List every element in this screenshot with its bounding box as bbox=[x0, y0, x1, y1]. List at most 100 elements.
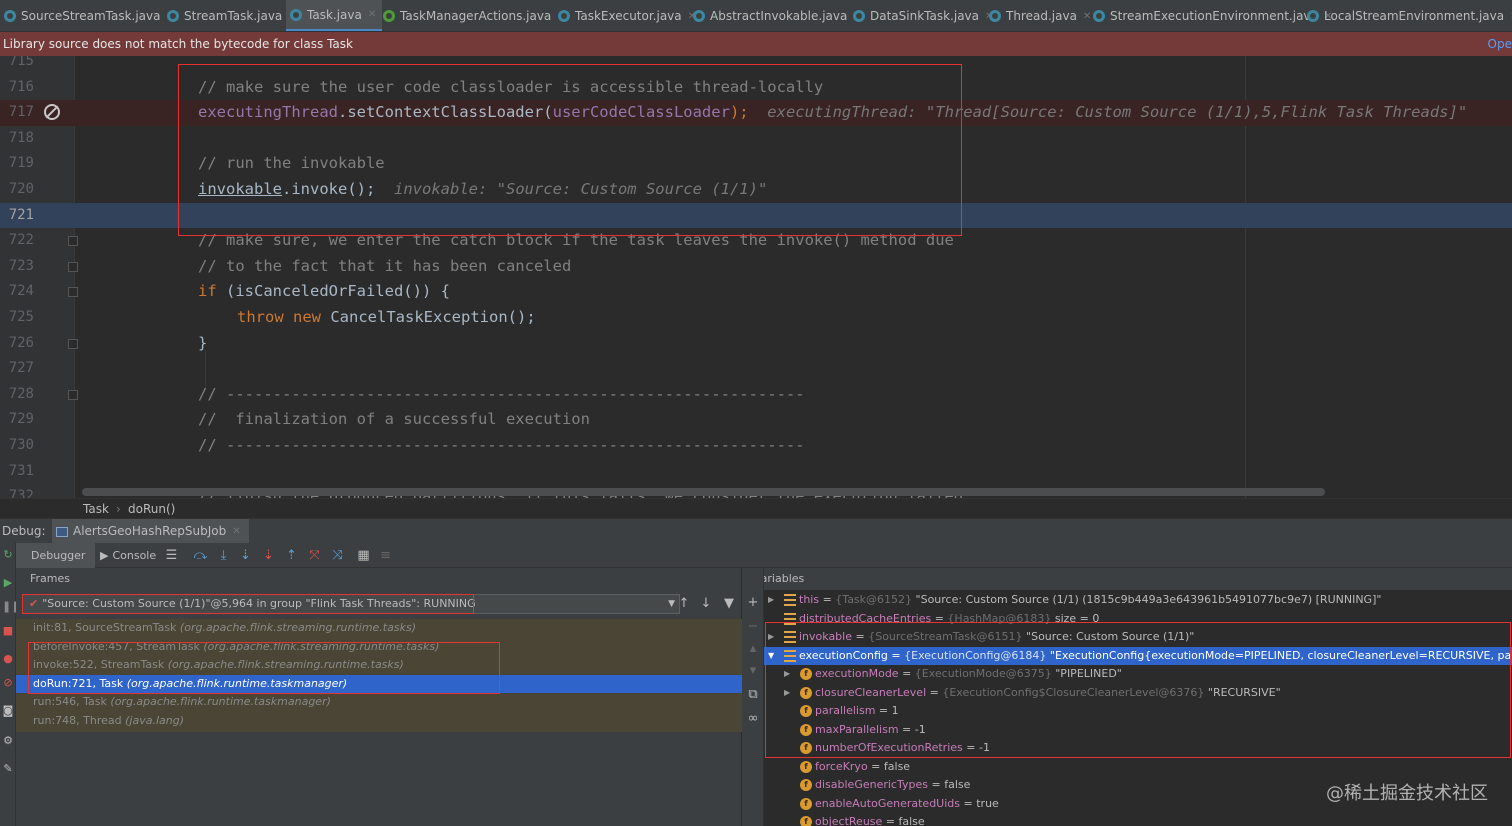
java-interface-icon bbox=[383, 10, 395, 22]
tab-streamtask[interactable]: StreamTask.java✕ bbox=[163, 0, 303, 31]
chevron-right-icon[interactable]: ▶ bbox=[768, 591, 778, 610]
close-icon[interactable]: ✕ bbox=[232, 519, 240, 544]
disabled-breakpoint-icon[interactable] bbox=[44, 104, 60, 121]
run-to-cursor-icon[interactable]: ⤨ bbox=[330, 548, 345, 563]
drop-frame-icon[interactable]: ⤧ bbox=[307, 548, 322, 563]
java-class-icon bbox=[693, 10, 705, 22]
tab-debugger[interactable]: Debugger bbox=[16, 543, 96, 568]
stack-frame[interactable]: run:748, Thread (java.lang) bbox=[16, 712, 742, 731]
tab-console[interactable]: ▶ Console bbox=[100, 543, 156, 568]
fold-icon[interactable] bbox=[68, 338, 78, 349]
line-number: 723 bbox=[8, 257, 34, 274]
menu-icon[interactable]: ☰ bbox=[164, 548, 179, 563]
variable-value: true bbox=[976, 796, 999, 810]
camera-icon[interactable]: ◙ bbox=[2, 705, 14, 717]
line-number: 728 bbox=[8, 385, 34, 402]
glasses-icon[interactable]: ∞ bbox=[746, 712, 760, 726]
step-into-icon[interactable]: ⇣ bbox=[238, 548, 253, 563]
code-content: } bbox=[198, 333, 208, 352]
debug-tool-window-header: Debug: AlertsGeoHashRepSubJob ✕ bbox=[0, 518, 1512, 544]
line-number: 718 bbox=[8, 129, 34, 146]
move-up-icon[interactable]: ▴ bbox=[746, 642, 760, 656]
step-over-icon[interactable]: ⤓ bbox=[216, 548, 231, 563]
line-number: 721 bbox=[8, 206, 34, 223]
tab-taskexecutor[interactable]: TaskExecutor.java ✕ bbox=[554, 0, 702, 31]
variable-row[interactable]: f forceKryo = false bbox=[764, 758, 1512, 777]
pin-icon[interactable]: ✎ bbox=[2, 763, 14, 775]
trace-icon[interactable]: ≡ bbox=[378, 548, 393, 563]
code-text: // -------------------------------------… bbox=[198, 382, 805, 408]
tab-label: AbstractInvokable.java bbox=[710, 9, 848, 23]
line-number: 730 bbox=[8, 437, 34, 453]
show-execution-point-icon[interactable]: ⤼ bbox=[193, 548, 208, 563]
horizontal-scrollbar[interactable] bbox=[82, 488, 1325, 496]
variable-icon bbox=[784, 594, 796, 606]
view-breakpoints-icon[interactable]: ● bbox=[2, 653, 14, 665]
tab-abstractinvokable[interactable]: AbstractInvokable.java✕ bbox=[689, 0, 868, 31]
frame-package: (org.apache.flink.runtime.taskmanager) bbox=[110, 695, 331, 708]
java-class-icon bbox=[290, 8, 302, 21]
move-down-icon[interactable]: ▾ bbox=[746, 664, 760, 678]
evaluate-expression-icon[interactable]: ▦ bbox=[356, 548, 371, 563]
tab-streamexecutionenvironment[interactable]: StreamExecutionEnvironment.java ✕ bbox=[1089, 0, 1338, 31]
tab-label: TaskManagerActions.java bbox=[400, 9, 552, 23]
tab-localstreamenvironment[interactable]: LocalStreamEnvironment.java✕ bbox=[1303, 0, 1512, 31]
fold-icon[interactable] bbox=[68, 236, 78, 247]
tab-task[interactable]: Task.java ✕ bbox=[286, 0, 383, 31]
stack-frame[interactable]: run:546, Task (org.apache.flink.runtime.… bbox=[16, 693, 742, 712]
tab-label: StreamTask.java bbox=[184, 9, 283, 23]
tab-datasinktask[interactable]: DataSinkTask.java✕ bbox=[849, 0, 999, 31]
code-line: 724 if (isCanceledOrFailed()) { bbox=[0, 279, 1512, 305]
remove-watch-icon[interactable]: − bbox=[746, 620, 760, 634]
resume-icon[interactable]: ▶ bbox=[2, 577, 14, 589]
line-number: 726 bbox=[8, 334, 34, 351]
close-icon[interactable]: ✕ bbox=[368, 9, 376, 20]
code-editor[interactable]: 715 716// make sure the user code classlo… bbox=[0, 56, 1512, 498]
fold-icon[interactable] bbox=[68, 261, 78, 272]
banner-open-link[interactable]: Ope bbox=[1488, 32, 1512, 56]
field-icon: f bbox=[800, 779, 812, 791]
variables-side-toolbar: + − ▴ ▾ ⧉ ∞ bbox=[742, 568, 764, 826]
tab-label: StreamExecutionEnvironment.java bbox=[1110, 9, 1318, 23]
tab-sourcestreamtask[interactable]: SourceStreamTask.java✕ bbox=[0, 0, 181, 31]
field-icon: f bbox=[800, 760, 812, 773]
variable-equals: = bbox=[927, 778, 945, 791]
arrow-down-icon[interactable]: ↓ bbox=[699, 596, 713, 612]
line-number: 716 bbox=[8, 78, 34, 95]
code-line: 728 // ----------------------------------… bbox=[0, 382, 1512, 408]
code-line: 729 // finalization of a successful execu… bbox=[0, 407, 1512, 433]
copy-icon[interactable]: ⧉ bbox=[746, 688, 760, 702]
fold-icon[interactable] bbox=[68, 287, 78, 298]
variable-row[interactable]: ▶ this = {Task@6152} "Source: Custom Sour… bbox=[764, 591, 1512, 610]
rerun-icon[interactable]: ↻ bbox=[2, 549, 14, 561]
code-line: 731 bbox=[0, 459, 1512, 485]
code-content: CancelTaskException(); bbox=[321, 308, 536, 326]
code-keyword: if bbox=[198, 282, 217, 301]
add-watch-icon[interactable]: + bbox=[746, 596, 760, 610]
variable-row[interactable]: f objectReuse = false bbox=[764, 813, 1512, 826]
variable-name: enableAutoGeneratedUids bbox=[815, 796, 961, 810]
breadcrumb-method[interactable]: doRun() bbox=[128, 499, 175, 519]
fold-icon[interactable] bbox=[68, 389, 78, 400]
arrow-up-icon[interactable]: ↑ bbox=[677, 596, 691, 612]
force-step-into-icon[interactable]: ⇣ bbox=[261, 548, 276, 563]
pause-icon[interactable]: ❚❚ bbox=[2, 601, 20, 613]
frame-method: run:546, Task bbox=[33, 695, 107, 708]
line-number: 725 bbox=[8, 309, 34, 325]
indent-guide bbox=[205, 350, 206, 388]
variable-equals: = bbox=[867, 759, 884, 773]
tab-taskmanageractions[interactable]: TaskManagerActions.java✕ bbox=[379, 0, 572, 31]
gear-icon[interactable]: ⚙ bbox=[2, 735, 14, 747]
mute-breakpoints-icon[interactable]: ⊘ bbox=[2, 677, 14, 689]
debug-session-tab[interactable]: AlertsGeoHashRepSubJob ✕ bbox=[52, 519, 249, 544]
stack-frame[interactable]: init:81, SourceStreamTask (org.apache.fl… bbox=[16, 619, 742, 638]
java-class-icon bbox=[1093, 10, 1105, 22]
code-content: // -------------------------------------… bbox=[198, 384, 805, 403]
filter-icon[interactable]: ▼ bbox=[722, 596, 736, 612]
stop-icon[interactable]: ■ bbox=[2, 625, 14, 637]
breadcrumb-class[interactable]: Task bbox=[83, 499, 109, 519]
step-out-icon[interactable]: ⇡ bbox=[284, 548, 299, 563]
variable-equals: = bbox=[819, 593, 836, 606]
code-text: throw new CancelTaskException(); bbox=[237, 305, 536, 331]
tab-thread[interactable]: Thread.java ✕ bbox=[985, 0, 1097, 31]
